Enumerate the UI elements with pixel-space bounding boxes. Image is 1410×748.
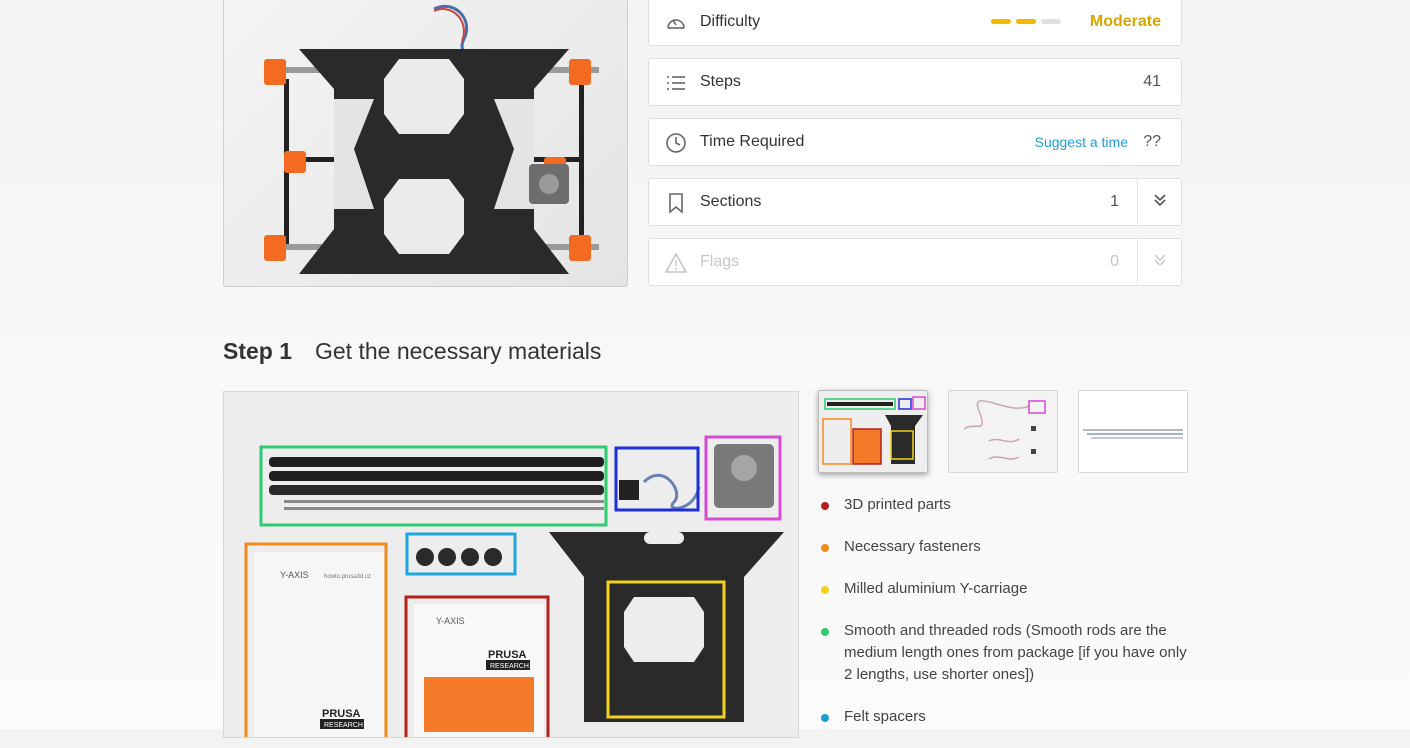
list-item: Smooth and threaded rods (Smooth rods ar… bbox=[818, 620, 1188, 686]
list-item-text: Smooth and threaded rods (Smooth rods ar… bbox=[844, 622, 1187, 683]
sections-count: 1 bbox=[1110, 193, 1119, 210]
printed-parts-brand-sub: RESEARCH bbox=[490, 663, 529, 670]
step-thumbnail-2[interactable] bbox=[948, 390, 1058, 473]
flags-expand-button[interactable] bbox=[1137, 239, 1181, 285]
sections-expand-button[interactable] bbox=[1137, 179, 1181, 225]
step-thumbnail-3[interactable] bbox=[1078, 390, 1188, 473]
step-number: Step 1 bbox=[223, 338, 293, 364]
thumbnail-cables-image bbox=[949, 391, 1057, 472]
fastener-brand: PRUSA bbox=[322, 708, 361, 720]
thumbnail-materials-image bbox=[819, 391, 927, 472]
bullet-dot bbox=[821, 714, 829, 722]
step-main-image[interactable]: Y-AXIS howto.prusa3d.cz Y-AXIS PRUSA RES… bbox=[223, 391, 799, 738]
difficulty-meter bbox=[991, 19, 1061, 24]
bullet-dot bbox=[821, 544, 829, 552]
list-item-text: Felt spacers bbox=[844, 708, 926, 725]
double-chevron-down-icon bbox=[1153, 193, 1167, 212]
list-item: 3D printed parts bbox=[818, 494, 1188, 516]
step-title: Get the necessary materials bbox=[315, 338, 602, 364]
time-required-label: Time Required bbox=[700, 133, 805, 150]
y-axis-frame-photo bbox=[264, 4, 599, 274]
gauge-icon bbox=[665, 12, 687, 34]
difficulty-bar-3 bbox=[1041, 19, 1061, 24]
flags-card: Flags 0 bbox=[648, 238, 1182, 286]
list-item: Felt spacers bbox=[818, 706, 1188, 728]
double-chevron-down-icon bbox=[1153, 253, 1167, 272]
difficulty-card: Difficulty Moderate bbox=[648, 0, 1182, 46]
time-required-value: ?? bbox=[1143, 133, 1161, 150]
clock-icon bbox=[665, 132, 687, 154]
steps-count: 41 bbox=[1143, 73, 1161, 90]
list-item: Milled aluminium Y-carriage bbox=[818, 578, 1188, 600]
bullet-dot bbox=[821, 502, 829, 510]
flags-count: 0 bbox=[1110, 253, 1119, 270]
materials-list: 3D printed parts Necessary fasteners Mil… bbox=[818, 494, 1188, 748]
list-item-text: Milled aluminium Y-carriage bbox=[844, 580, 1028, 597]
list-item: Necessary fasteners bbox=[818, 536, 1188, 558]
printed-parts-brand: PRUSA bbox=[488, 649, 527, 661]
time-required-card: Time Required Suggest a time ?? bbox=[648, 118, 1182, 166]
difficulty-bar-2 bbox=[1016, 19, 1036, 24]
guide-hero-image[interactable] bbox=[223, 0, 628, 287]
step-heading: Step 1 Get the necessary materials bbox=[223, 338, 601, 365]
warning-icon bbox=[664, 252, 688, 274]
list-item-text: 3D printed parts bbox=[844, 496, 951, 513]
flags-label: Flags bbox=[700, 253, 740, 270]
difficulty-bar-1 bbox=[991, 19, 1011, 24]
printed-parts-sheet-title: Y-AXIS bbox=[436, 616, 465, 626]
difficulty-label: Difficulty bbox=[700, 13, 761, 30]
list-icon bbox=[665, 72, 687, 94]
list-item-text: Necessary fasteners bbox=[844, 538, 981, 555]
steps-label: Steps bbox=[700, 73, 741, 90]
suggest-a-time-link[interactable]: Suggest a time bbox=[1035, 134, 1128, 150]
materials-photo: Y-AXIS howto.prusa3d.cz Y-AXIS PRUSA RES… bbox=[224, 392, 798, 737]
steps-card: Steps 41 bbox=[648, 58, 1182, 106]
step-thumbnail-1[interactable] bbox=[818, 390, 928, 473]
fastener-sheet-title: Y-AXIS bbox=[280, 570, 309, 580]
difficulty-value: Moderate bbox=[1089, 13, 1161, 30]
fastener-brand-sub: RESEARCH bbox=[324, 722, 363, 729]
bookmark-icon bbox=[665, 192, 687, 214]
sections-card: Sections 1 bbox=[648, 178, 1182, 226]
bullet-dot bbox=[821, 586, 829, 594]
thumbnail-rods-image bbox=[1079, 391, 1187, 472]
bullet-dot bbox=[821, 628, 829, 636]
sections-label: Sections bbox=[700, 193, 762, 210]
fastener-sheet-url: howto.prusa3d.cz bbox=[324, 574, 371, 580]
